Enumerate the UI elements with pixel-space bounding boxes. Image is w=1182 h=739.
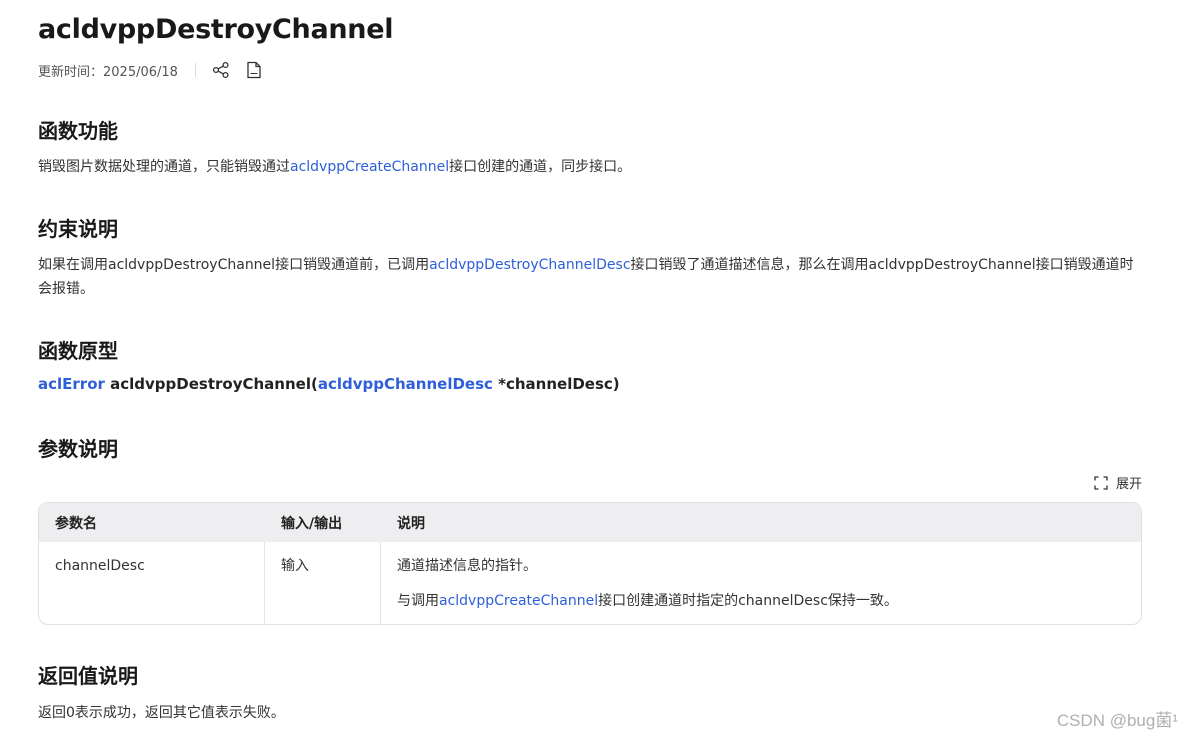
link-channel-desc-type[interactable]: acldvppChannelDesc [318,375,493,393]
link-create-channel[interactable]: acldvppCreateChannel [290,159,449,175]
heading-prototype: 函数原型 [38,339,118,363]
param-desc-line1: 通道描述信息的指针。 [397,558,537,574]
col-header-io: 输入/输出 [265,503,381,542]
heading-params: 参数说明 [38,437,118,461]
col-header-desc: 说明 [381,503,1141,542]
meta-bar: 更新时间：2025/06/18 [38,59,277,81]
function-text-before: 销毁图片数据处理的通道，只能销毁通过 [38,159,290,175]
function-text: 销毁图片数据处理的通道，只能销毁通过acldvppCreateChannel接口… [38,155,631,179]
expand-button[interactable]: 展开 [1094,473,1142,492]
constraints-text: 如果在调用acldvppDestroyChannel接口销毁通道前，已调用acl… [38,253,1142,301]
meta-divider [194,63,196,77]
function-prototype: aclError acldvppDestroyChannel(acldvppCh… [38,375,620,393]
csdn-watermark: CSDN @bug菌¹ [1056,711,1178,730]
param-desc-after: 接口创建通道时指定的channelDesc保持一致。 [598,593,898,609]
param-io: 输入 [281,558,309,574]
heading-return: 返回值说明 [38,664,138,688]
pdf-icon[interactable] [244,60,264,80]
expand-icon [1094,475,1108,490]
page-title: acldvppDestroyChannel [38,14,394,45]
prototype-param: *channelDesc) [492,375,620,393]
param-name: channelDesc [55,558,145,574]
param-desc-line2: 与调用acldvppCreateChannel接口创建通道时指定的channel… [397,590,1125,612]
expand-label: 展开 [1115,477,1142,492]
link-create-channel-2[interactable]: acldvppCreateChannel [439,593,598,609]
prototype-func: acldvppDestroyChannel( [104,375,318,393]
link-acl-error[interactable]: aclError [38,375,105,393]
link-destroy-channel-desc[interactable]: acldvppDestroyChannelDesc [429,257,630,273]
params-table: 参数名 输入/输出 说明 channelDesc 输入 通道描述信息的指针。 与… [38,502,1142,625]
function-text-after: 接口创建的通道，同步接口。 [449,159,632,175]
param-desc-before: 与调用 [397,593,439,609]
heading-function: 函数功能 [38,119,118,143]
table-row: channelDesc 输入 通道描述信息的指针。 与调用acldvppCrea… [39,542,1141,624]
constraints-text-before: 如果在调用acldvppDestroyChannel接口销毁通道前，已调用 [38,257,430,273]
cell-param-name: channelDesc [39,542,265,624]
cell-param-desc: 通道描述信息的指针。 与调用acldvppCreateChannel接口创建通道… [381,542,1141,624]
cell-param-io: 输入 [265,542,381,624]
heading-constraints: 约束说明 [38,217,118,241]
table-header-row: 参数名 输入/输出 说明 [39,503,1141,542]
col-header-name: 参数名 [39,503,265,542]
return-text: 返回0表示成功，返回其它值表示失败。 [38,705,285,721]
share-icon[interactable] [211,60,231,80]
update-time: 更新时间：2025/06/18 [38,64,178,80]
